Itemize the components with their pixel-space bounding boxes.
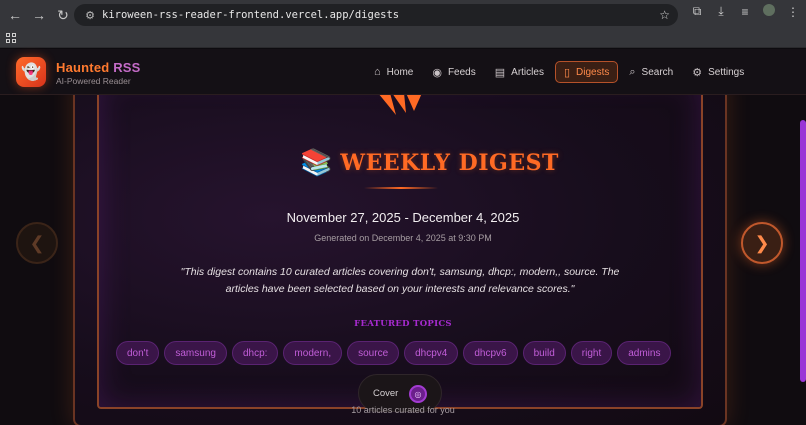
download-icon[interactable]: ⤓ [714, 4, 728, 19]
nav-settings-label: Settings [708, 66, 745, 78]
nav-settings[interactable]: ⚙ Settings [684, 61, 752, 83]
main-nav: ⌂ Home ◉ Feeds ▤ Articles ▯ Digests ⌕ Search … [366, 61, 755, 83]
topic-tag[interactable]: dhcpv4 [404, 341, 459, 365]
page-scrollbar[interactable] [800, 120, 806, 382]
nav-feeds[interactable]: ◉ Feeds [424, 61, 483, 83]
chevron-left-icon: ❮ [29, 232, 45, 253]
topic-tag[interactable]: admins [617, 341, 672, 365]
nav-articles-label: Articles [511, 66, 544, 78]
next-page-button[interactable]: ❯ [741, 222, 783, 264]
digest-title: WEEKLY DIGEST [340, 149, 559, 176]
menu-icon[interactable]: ⋮ [786, 5, 800, 19]
search-icon: ⌕ [629, 65, 636, 78]
brand-title-tail: RSS [113, 60, 141, 75]
rss-icon: ◉ [432, 66, 442, 79]
generated-timestamp: Generated on December 4, 2025 at 9:30 PM [314, 233, 492, 243]
cover-label: Cover [373, 387, 399, 399]
forward-icon[interactable]: → [28, 4, 50, 26]
topic-tag[interactable]: right [570, 341, 613, 365]
topic-tags: don't samsung dhcp: modern, source dhcpv… [116, 341, 672, 365]
digest-summary: "This digest contains 10 curated article… [180, 266, 620, 295]
site-settings-icon[interactable]: ⚙ [80, 9, 100, 22]
chevron-right-icon: ❯ [754, 232, 770, 253]
nav-digests[interactable]: ▯ Digests [554, 61, 619, 83]
back-icon[interactable]: ← [4, 4, 26, 26]
gear-icon: ⚙ [692, 66, 703, 79]
url-text[interactable]: kiroween-rss-reader-frontend.vercel.app/… [102, 9, 399, 21]
topic-tag[interactable]: dhcpv6 [463, 341, 518, 365]
books-icon: 📚 [300, 147, 333, 177]
bookmark-star-icon[interactable]: ☆ [659, 8, 670, 22]
media-icon[interactable]: ≡ [738, 5, 752, 19]
topic-tag[interactable]: build [522, 341, 566, 365]
toggle-knob-icon[interactable]: ◎ [409, 385, 427, 403]
nav-search[interactable]: ⌕ Search [621, 61, 681, 83]
reload-icon[interactable]: ↻ [52, 4, 74, 26]
home-icon: ⌂ [374, 66, 381, 78]
nav-search-label: Search [641, 66, 674, 78]
profile-avatar[interactable] [762, 4, 776, 19]
brand-subtitle: AI-Powered Reader [56, 76, 131, 86]
date-range: November 27, 2025 - December 4, 2025 [286, 210, 520, 225]
article-count: 10 articles curated for you [351, 405, 455, 415]
claw-emblem-icon [379, 95, 422, 115]
apps-icon[interactable] [6, 33, 16, 43]
topic-tag[interactable]: don't [116, 341, 160, 365]
title-divider [364, 187, 438, 189]
topic-tag[interactable]: dhcp: [231, 341, 279, 365]
nav-feeds-label: Feeds [447, 66, 476, 78]
bookmarks-bar [0, 30, 806, 48]
topic-tag[interactable]: source [347, 341, 400, 365]
topic-tag[interactable]: samsung [164, 341, 227, 365]
address-bar[interactable]: ⚙ kiroween-rss-reader-frontend.vercel.ap… [74, 4, 678, 26]
browser-toolbar: ← → ↻ ⚙ kiroween-rss-reader-frontend.ver… [0, 0, 806, 30]
topic-tag[interactable]: modern, [283, 341, 343, 365]
digest-viewer: 📚 WEEKLY DIGEST November 27, 2025 - Dece… [0, 95, 806, 425]
app-header: 👻 Haunted RSS AI-Powered Reader ⌂ Home ◉ F… [0, 49, 806, 95]
nav-home-label: Home [386, 66, 414, 78]
nav-articles[interactable]: ▤ Articles [487, 61, 552, 83]
digest-heading: 📚 WEEKLY DIGEST [300, 147, 559, 178]
book-open-icon: ▯ [563, 66, 571, 79]
nav-home[interactable]: ⌂ Home [366, 61, 421, 83]
prev-page-button[interactable]: ❮ [16, 222, 58, 264]
brand-title[interactable]: Haunted RSS [56, 60, 141, 75]
articles-icon: ▤ [494, 66, 506, 79]
brand-title-main: Haunted [56, 60, 114, 75]
extensions-icon[interactable]: ⧉ [690, 4, 704, 19]
featured-topics-label: FEATURED TOPICS [354, 319, 452, 329]
ghost-icon[interactable]: 👻 [16, 57, 46, 87]
nav-digests-label: Digests [576, 66, 610, 78]
